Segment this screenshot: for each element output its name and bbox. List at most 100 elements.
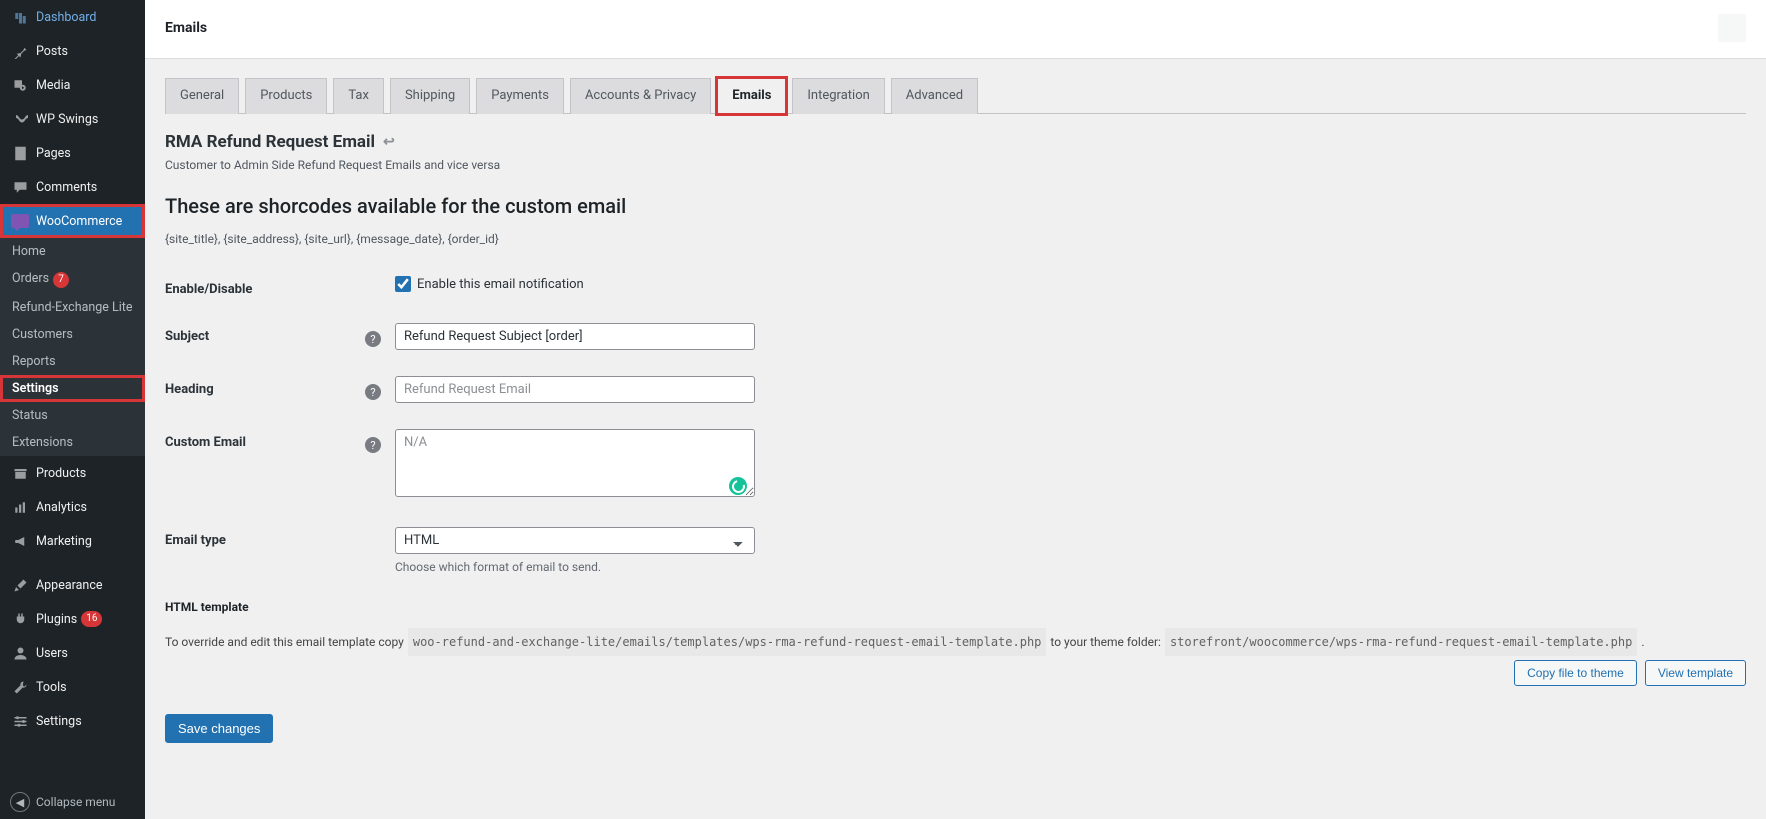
woocommerce-icon <box>10 211 30 231</box>
submenu-item-reports[interactable]: Reports <box>0 348 145 375</box>
submenu-item-settings[interactable]: Settings <box>0 375 145 402</box>
sidebar-label: Posts <box>36 44 68 59</box>
main-content: Emails General Products Tax Shipping Pay… <box>145 0 1766 819</box>
label-custom-email: Custom Email <box>165 429 365 450</box>
sidebar-label: Pages <box>36 146 71 161</box>
chart-icon <box>10 497 30 517</box>
tab-products[interactable]: Products <box>245 78 327 114</box>
view-template-button[interactable]: View template <box>1645 660 1746 686</box>
sidebar-item-pages[interactable]: Pages <box>0 136 145 170</box>
tab-emails[interactable]: Emails <box>717 78 786 114</box>
wrench-icon <box>10 677 30 697</box>
sidebar-item-analytics[interactable]: Analytics <box>0 490 145 524</box>
sidebar-label: Dashboard <box>36 10 96 25</box>
megaphone-icon <box>10 531 30 551</box>
sidebar-item-appearance[interactable]: Appearance <box>0 568 145 602</box>
help-icon[interactable]: ? <box>365 384 381 400</box>
sidebar-item-wpswings[interactable]: WP Swings <box>0 102 145 136</box>
sidebar-label: Users <box>36 646 68 661</box>
sidebar-item-woocommerce[interactable]: WooCommerce <box>0 204 145 238</box>
row-subject: Subject ? <box>165 323 1746 350</box>
user-icon <box>10 643 30 663</box>
submenu-item-home[interactable]: Home <box>0 238 145 265</box>
back-link-icon[interactable]: ↩ <box>383 134 395 150</box>
enable-checkbox[interactable] <box>395 276 411 292</box>
top-bar: Emails <box>145 0 1766 59</box>
page-title: Emails <box>165 20 207 36</box>
email-type-description: Choose which format of email to send. <box>395 560 955 574</box>
tab-advanced[interactable]: Advanced <box>891 78 978 114</box>
sidebar-item-products[interactable]: Products <box>0 456 145 490</box>
section-description: Customer to Admin Side Refund Request Em… <box>165 158 1746 172</box>
sidebar-item-wp-settings[interactable]: Settings <box>0 704 145 738</box>
submenu-item-orders[interactable]: Orders7 <box>0 265 145 294</box>
sidebar-item-marketing[interactable]: Marketing <box>0 524 145 558</box>
sidebar-label: Comments <box>36 180 97 195</box>
tab-payments[interactable]: Payments <box>476 78 564 114</box>
sidebar-label: Tools <box>36 680 67 695</box>
row-email-type: Email type HTML Choose which format of e… <box>165 527 1746 574</box>
heading-input[interactable] <box>395 376 755 403</box>
sidebar-item-posts[interactable]: Posts <box>0 34 145 68</box>
save-changes-button[interactable]: Save changes <box>165 714 273 743</box>
label-subject: Subject <box>165 323 365 344</box>
comment-icon <box>10 177 30 197</box>
tab-general[interactable]: General <box>165 78 239 114</box>
tab-tax[interactable]: Tax <box>333 78 384 114</box>
sidebar-item-media[interactable]: Media <box>0 68 145 102</box>
copy-file-button[interactable]: Copy file to theme <box>1514 660 1637 686</box>
collapse-menu[interactable]: ◀ Collapse menu <box>0 785 145 819</box>
sidebar-label: Settings <box>36 714 82 729</box>
media-icon <box>10 75 30 95</box>
tab-accounts-privacy[interactable]: Accounts & Privacy <box>570 78 711 114</box>
submenu-item-refund-exchange[interactable]: Refund-Exchange Lite <box>0 294 145 321</box>
sidebar-item-comments[interactable]: Comments <box>0 170 145 204</box>
enable-checkbox-label: Enable this email notification <box>417 277 584 292</box>
email-type-select[interactable]: HTML <box>395 527 755 554</box>
sidebar-label: Appearance <box>36 578 103 593</box>
sidebar-item-dashboard[interactable]: Dashboard <box>0 0 145 34</box>
sidebar-label: WP Swings <box>36 112 98 127</box>
sidebar-label: Analytics <box>36 500 87 515</box>
archive-icon <box>10 463 30 483</box>
label-enable: Enable/Disable <box>165 276 365 297</box>
help-icon[interactable]: ? <box>365 437 381 453</box>
shortcodes-list: {site_title}, {site_address}, {site_url}… <box>165 232 1746 246</box>
plugins-badge: 16 <box>81 611 102 627</box>
shortcodes-heading: These are shorcodes available for the cu… <box>165 194 1746 218</box>
submenu-item-customers[interactable]: Customers <box>0 321 145 348</box>
custom-email-textarea[interactable] <box>395 429 755 497</box>
tab-shipping[interactable]: Shipping <box>390 78 470 114</box>
wpswings-icon <box>10 109 30 129</box>
woocommerce-submenu: Home Orders7 Refund-Exchange Lite Custom… <box>0 238 145 456</box>
sidebar-item-plugins[interactable]: Plugins 16 <box>0 602 145 636</box>
row-heading: Heading ? <box>165 376 1746 403</box>
admin-sidebar: Dashboard Posts Media WP Swings Pages Co… <box>0 0 145 819</box>
dashboard-icon <box>10 7 30 27</box>
settings-tabs: General Products Tax Shipping Payments A… <box>165 77 1746 114</box>
tab-integration[interactable]: Integration <box>792 78 884 114</box>
sidebar-label: Media <box>36 78 70 93</box>
grammarly-icon[interactable] <box>729 477 747 495</box>
pin-icon <box>10 41 30 61</box>
help-icon[interactable]: ? <box>365 331 381 347</box>
row-custom-email: Custom Email ? <box>165 429 1746 501</box>
orders-badge: 7 <box>53 272 69 288</box>
submenu-item-extensions[interactable]: Extensions <box>0 429 145 456</box>
sidebar-item-users[interactable]: Users <box>0 636 145 670</box>
user-avatar[interactable] <box>1718 14 1746 42</box>
label-heading: Heading <box>165 376 365 397</box>
collapse-icon: ◀ <box>10 792 30 812</box>
sidebar-label: WooCommerce <box>36 214 122 229</box>
brush-icon <box>10 575 30 595</box>
label-email-type: Email type <box>165 527 365 548</box>
template-source-path: woo-refund-and-exchange-lite/emails/temp… <box>408 628 1047 656</box>
submenu-item-status[interactable]: Status <box>0 402 145 429</box>
template-dest-path: storefront/woocommerce/wps-rma-refund-re… <box>1165 628 1637 656</box>
arrow-right-icon <box>145 214 152 228</box>
sidebar-label: Products <box>36 466 86 481</box>
subject-input[interactable] <box>395 323 755 350</box>
sidebar-item-tools[interactable]: Tools <box>0 670 145 704</box>
template-heading: HTML template <box>165 600 1746 614</box>
enable-checkbox-wrap[interactable]: Enable this email notification <box>395 276 955 292</box>
